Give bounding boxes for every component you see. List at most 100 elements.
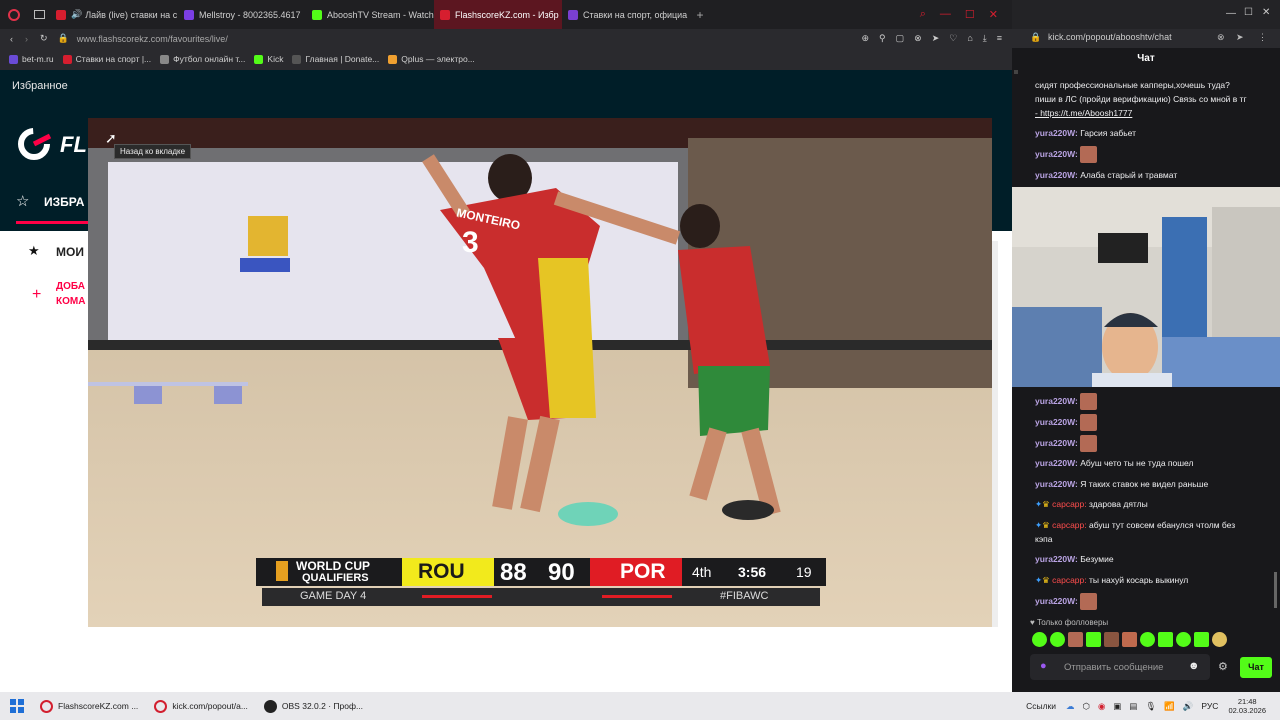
minimize-button[interactable]: — <box>940 8 951 21</box>
tray-volume-icon[interactable]: 🔊 <box>1183 701 1194 712</box>
pin-icon[interactable]: ⚲ <box>879 33 886 44</box>
microphone-icon[interactable]: ● <box>1040 660 1047 672</box>
language-indicator[interactable]: РУС <box>1201 701 1218 711</box>
bookmark-kick[interactable]: Kick <box>254 54 283 64</box>
chat-username[interactable]: yura220W: <box>1035 438 1078 448</box>
bookmark-qplus[interactable]: Qplus — электро... <box>388 54 475 64</box>
zoom-icon[interactable]: ⊕ <box>861 33 869 44</box>
chat-input[interactable]: ● Отправить сообщение ☻ <box>1030 654 1210 680</box>
chat-username[interactable]: yura220W: <box>1035 554 1078 564</box>
heart-icon[interactable]: ♡ <box>949 33 957 44</box>
bookmark-donate[interactable]: Главная | Donate... <box>292 54 379 64</box>
speaker-icon[interactable]: 🔊 <box>71 9 82 20</box>
add-team-label-1[interactable]: ДОБА <box>56 281 85 292</box>
back-icon[interactable]: ‹ <box>10 34 13 44</box>
chat-username[interactable]: сарсарр: <box>1052 499 1087 509</box>
windows-taskbar: FlashscoreKZ.com ... kick.com/popout/a..… <box>0 692 1280 720</box>
crown-badge-icon: ♛ <box>1042 575 1050 585</box>
scrollbar[interactable] <box>992 241 998 627</box>
menu-icon[interactable]: ⋮ <box>1258 32 1267 43</box>
telegram-link[interactable]: - https://t.me/Aboosh1777 <box>1035 108 1132 118</box>
close-window-button[interactable]: ✕ <box>989 8 998 21</box>
opera-menu-icon[interactable] <box>0 0 28 29</box>
tab-mellstroy[interactable]: Mellstroy - 8002365.4617 <box>178 0 306 29</box>
tab-bets-official[interactable]: Ставки на спорт, официа <box>562 0 690 29</box>
video-player[interactable]: 3 MONTEIRO WORLD CUP QUALIFIERS ROU 88 9… <box>88 118 992 627</box>
send-chat-button[interactable]: Чат <box>1240 657 1272 678</box>
emote-icon[interactable] <box>1194 632 1209 647</box>
chat-username[interactable]: yura220W: <box>1035 396 1078 406</box>
url-field[interactable]: www.flashscorekz.com/favourites/live/ <box>77 34 228 44</box>
flashscore-logo-icon[interactable] <box>16 126 52 162</box>
chat-username[interactable]: yura220W: <box>1035 170 1078 180</box>
emote-icon[interactable] <box>1050 632 1065 647</box>
tab-live-bets[interactable]: 🔊 Лайв (live) ставки на с <box>50 0 178 29</box>
emoji-icon[interactable]: ☻ <box>1188 660 1200 672</box>
emote-icon[interactable] <box>1032 632 1047 647</box>
chat-username[interactable]: yura220W: <box>1035 458 1078 468</box>
chat-username[interactable]: yura220W: <box>1035 417 1078 427</box>
tray-wifi-icon[interactable]: 📶 <box>1164 701 1175 712</box>
popout-titlebar: — ☐ ✕ <box>1012 0 1280 29</box>
tray-icon[interactable]: ▤ <box>1129 701 1137 712</box>
clock[interactable]: 21:48 02.03.2026 <box>1228 697 1266 715</box>
tab-flashscore-favourites[interactable]: FlashscoreKZ.com - Избр <box>434 0 562 29</box>
bookmark-stavki[interactable]: Ставки на спорт |... <box>62 54 151 64</box>
download-icon[interactable]: ⤓ <box>983 33 987 44</box>
search-tabs-icon[interactable]: ⌕ <box>920 8 926 21</box>
send-icon[interactable]: ➤ <box>932 33 940 44</box>
tab-favorites[interactable]: ИЗБРА <box>44 195 84 209</box>
windows-start-icon[interactable] <box>10 699 24 713</box>
emote-icon[interactable] <box>1068 632 1083 647</box>
taskbar-item-obs[interactable]: OBS 32.0.2 · Проф... <box>263 699 363 713</box>
tray-icon[interactable]: ⬡ <box>1083 701 1090 712</box>
vpn-icon[interactable]: ⊗ <box>914 33 922 44</box>
emote-icon[interactable] <box>1212 632 1227 647</box>
emote-icon[interactable] <box>1176 632 1191 647</box>
emote-icon[interactable] <box>1086 632 1101 647</box>
new-tab-button[interactable]: + <box>690 8 710 22</box>
emote-icon[interactable] <box>1158 632 1173 647</box>
star-icon: ☆ <box>16 193 30 210</box>
forward-icon[interactable]: › <box>25 34 28 44</box>
add-team-label-2[interactable]: КОМА <box>56 296 85 307</box>
tab-abooshtv[interactable]: AbooshTV Stream - Watch <box>306 0 434 29</box>
chat-scrollbar[interactable] <box>1274 572 1277 608</box>
tray-microphone-icon[interactable]: 🎙 <box>1145 701 1156 712</box>
reload-icon[interactable]: ↻ <box>40 33 48 44</box>
tray-antivirus-icon[interactable]: ◉ <box>1098 701 1105 712</box>
vpn-icon[interactable]: ⊗ <box>1217 32 1225 43</box>
menu-icon[interactable]: ≡ <box>997 33 1002 44</box>
chat-username[interactable]: yura220W: <box>1035 596 1078 606</box>
send-icon[interactable]: ➤ <box>1236 32 1244 43</box>
taskbar-item-flashscore[interactable]: FlashscoreKZ.com ... <box>40 699 138 713</box>
bookmark-bet-m[interactable]: bet-m.ru <box>9 54 54 64</box>
emote-icon[interactable] <box>1122 632 1137 647</box>
close-window-button[interactable]: ✕ <box>1262 7 1270 18</box>
popout-url[interactable]: kick.com/popout/abooshtv/chat <box>1048 32 1172 42</box>
maximize-button[interactable]: ☐ <box>965 8 975 21</box>
minimize-button[interactable]: — <box>1226 8 1236 19</box>
chat-message: yura220W: <box>1035 393 1098 410</box>
tab-list-icon[interactable] <box>28 0 50 29</box>
tray-network-icon[interactable]: ☁ <box>1066 701 1075 712</box>
tray-icon[interactable]: ▣ <box>1113 701 1121 712</box>
settings-gear-icon[interactable]: ⚙ <box>1218 660 1228 673</box>
chat-username[interactable]: yura220W: <box>1035 128 1078 138</box>
chat-username[interactable]: yura220W: <box>1035 479 1078 489</box>
maximize-button[interactable]: ☐ <box>1244 7 1253 18</box>
links-toolbar[interactable]: Ссылки <box>1026 701 1056 711</box>
page-title: Избранное <box>12 80 68 92</box>
chat-username[interactable]: сарсарр: <box>1052 575 1087 585</box>
emote-icon[interactable] <box>1140 632 1155 647</box>
chat-message: yura220W: <box>1035 435 1098 452</box>
taskbar-item-kick[interactable]: kick.com/popout/a... <box>154 699 248 713</box>
chat-username[interactable]: сарсарр: <box>1052 520 1087 530</box>
my-section-label[interactable]: МОИ <box>56 245 84 259</box>
emote-icon[interactable] <box>1104 632 1119 647</box>
chat-username[interactable]: yura220W: <box>1035 149 1078 159</box>
add-icon[interactable]: + <box>32 286 41 304</box>
snapshot-icon[interactable]: ▢ <box>896 33 905 44</box>
bookmark-football[interactable]: Футбол онлайн т... <box>160 54 245 64</box>
profile-icon[interactable]: ⌂ <box>967 33 972 44</box>
